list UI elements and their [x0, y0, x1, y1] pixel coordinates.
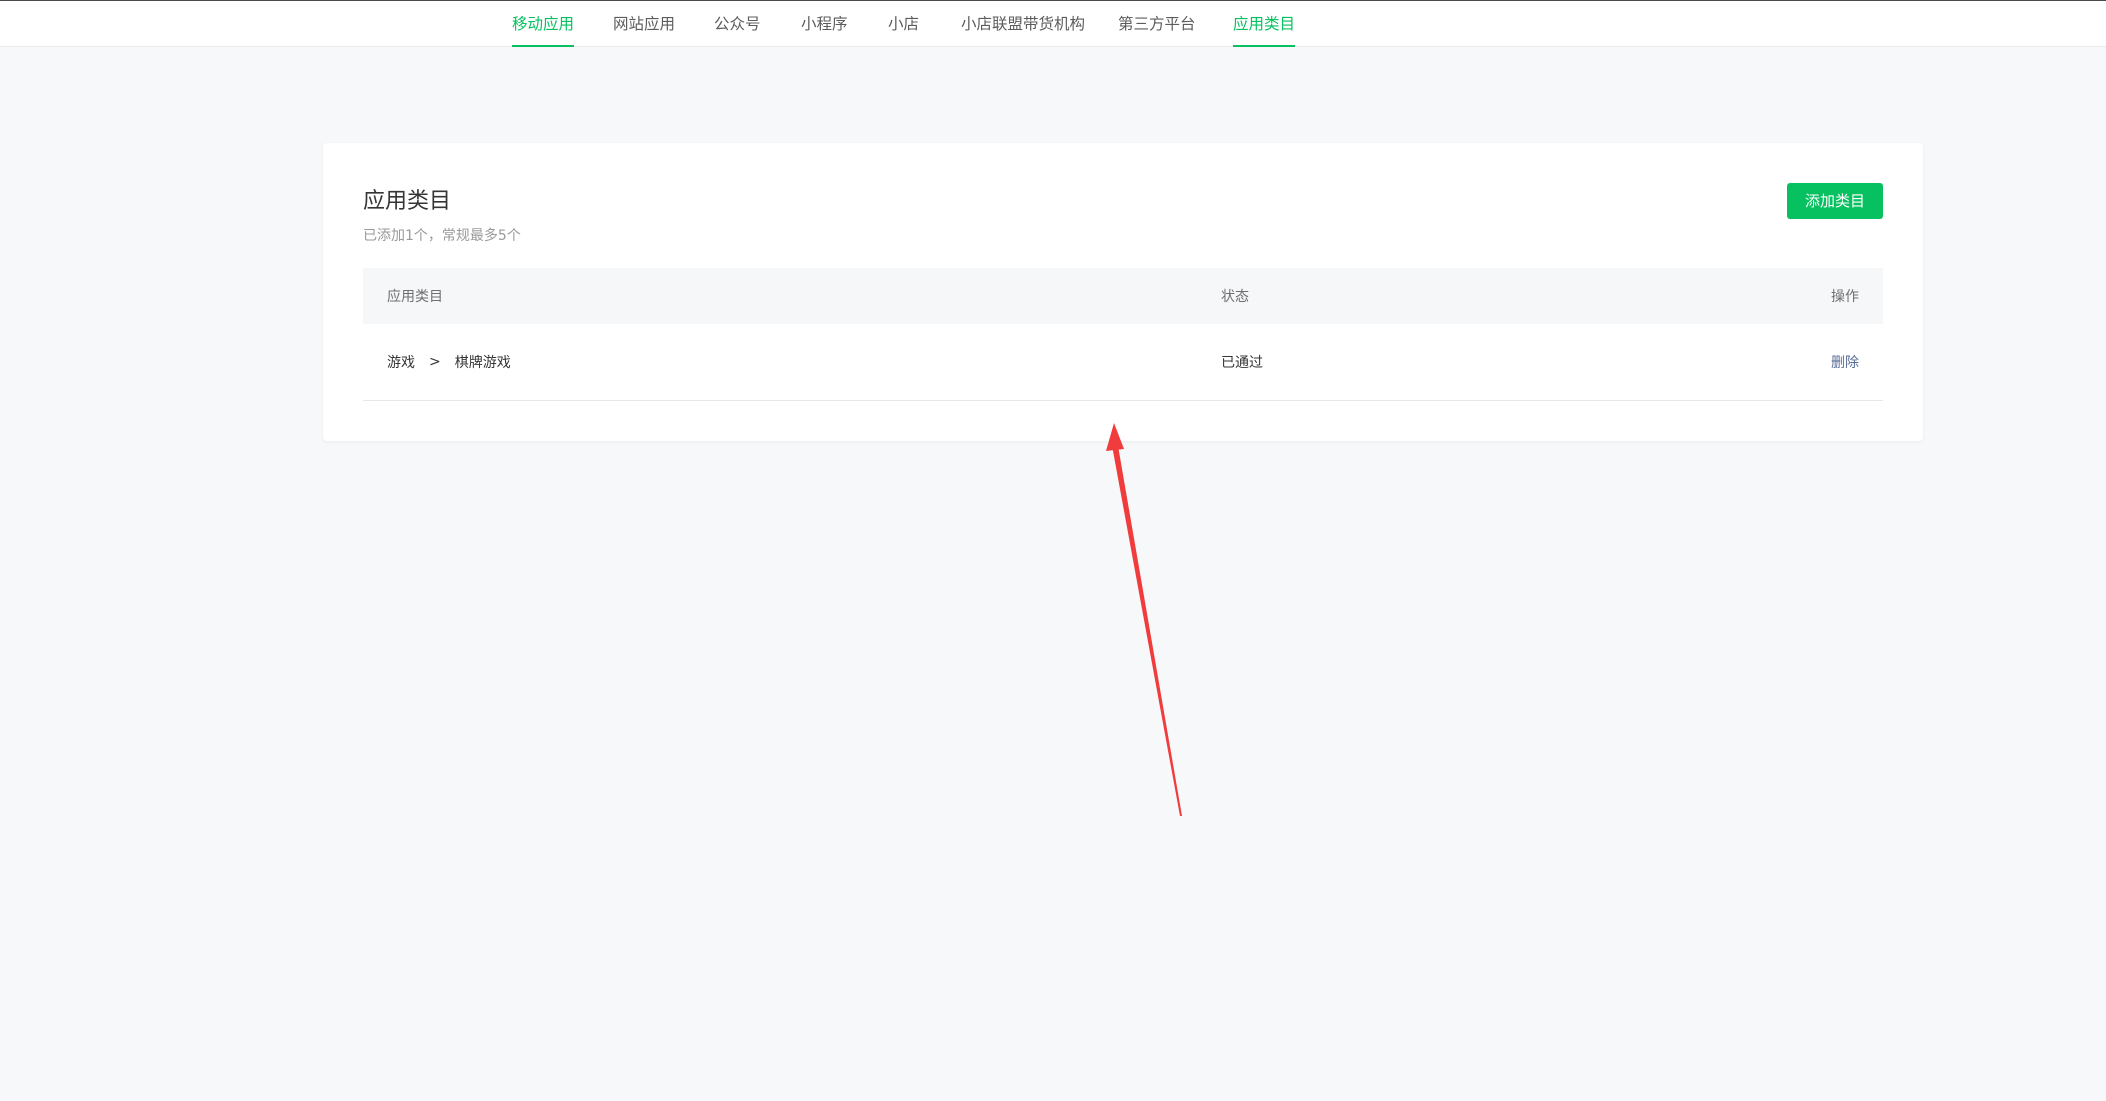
delete-link[interactable]: 删除 [1831, 352, 1859, 372]
tab-shop-alliance[interactable]: 小店联盟带货机构 [961, 1, 1085, 47]
status-cell: 已通过 [1221, 355, 1263, 371]
page-title: 应用类目 [363, 189, 452, 214]
tab-active-indicator [512, 45, 575, 47]
category-count-description: 已添加1个，常规最多5个 [363, 228, 521, 244]
tab-label: 移动应用 [512, 15, 575, 33]
category-cell: 游戏 > 棋牌游戏 [387, 324, 511, 400]
tab-mini-program[interactable]: 小程序 [801, 1, 848, 47]
tab-label: 小店联盟带货机构 [961, 15, 1086, 33]
app-category-card: 应用类目 已添加1个，常规最多5个 添加类目 应用类目 状态 操作 游戏 > 棋… [323, 143, 1923, 441]
tab-official-account[interactable]: 公众号 [714, 1, 761, 47]
column-header-operation: 操作 [1831, 289, 1859, 305]
tab-label: 公众号 [714, 15, 761, 33]
operation-cell: 删除 [1831, 324, 1859, 400]
category-parent: 游戏 [387, 355, 415, 371]
tab-active-indicator [1233, 45, 1296, 47]
category-separator: > [429, 354, 441, 370]
arrow-shaft [1111, 440, 1182, 816]
tab-label: 小店 [888, 15, 920, 33]
tab-mobile-app[interactable]: 移动应用 [512, 1, 575, 47]
top-nav-bar: 移动应用 网站应用 公众号 小程序 小店 小店联盟带货机构 第三方平台 应用类目 [0, 0, 2106, 47]
tab-label: 小程序 [801, 15, 848, 33]
tab-third-party-platform[interactable]: 第三方平台 [1118, 1, 1196, 47]
tab-app-category[interactable]: 应用类目 [1233, 1, 1296, 47]
tab-website-app[interactable]: 网站应用 [613, 1, 675, 47]
category-child: 棋牌游戏 [454, 355, 511, 371]
column-header-category: 应用类目 [387, 289, 443, 305]
tab-shop[interactable]: 小店 [888, 1, 919, 47]
table-row: 游戏 > 棋牌游戏 已通过 删除 [363, 324, 1883, 401]
column-header-status: 状态 [1221, 289, 1249, 305]
tab-label: 网站应用 [613, 15, 676, 33]
add-category-button[interactable]: 添加类目 [1787, 183, 1883, 219]
tab-label: 第三方平台 [1118, 15, 1196, 33]
table-header: 应用类目 状态 操作 [363, 268, 1883, 324]
tab-label: 应用类目 [1233, 15, 1296, 33]
